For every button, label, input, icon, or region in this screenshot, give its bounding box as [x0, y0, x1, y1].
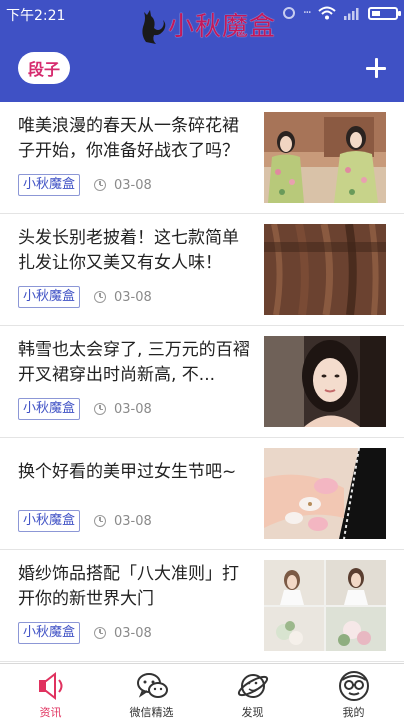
source-tag: 小秋魔盒 [18, 510, 81, 532]
source-tag: 小秋魔盒 [18, 286, 81, 308]
article-item[interactable]: 头发长别老披着！这七款简单扎发让你又美又有女人味！ 小秋魔盒 03-08 [0, 214, 404, 326]
article-item[interactable]: 唯美浪漫的春天从一条碎花裙子开始，你准备好战衣了吗？ 小秋魔盒 03-08 [0, 102, 404, 214]
nav-item-profile[interactable]: 我的 [303, 664, 404, 720]
article-title: 换个好看的美甲过女生节吧~ [18, 462, 237, 482]
article-title: 婚纱饰品搭配「八大准则」打开你的新世界大门 [18, 564, 239, 609]
article-date: 03-08 [114, 289, 152, 305]
article-thumbnail [264, 112, 386, 203]
bottom-nav: 资讯 微信精选 发现 我的 [0, 663, 404, 720]
nav-label: 资讯 [39, 706, 62, 719]
alarm-icon [282, 7, 295, 19]
status-icons: ··· [282, 5, 401, 21]
article-thumbnail [264, 336, 386, 427]
source-tag: 小秋魔盒 [18, 622, 81, 644]
clock-icon [94, 403, 107, 415]
nav-label: 发现 [241, 706, 264, 719]
signal-icon [344, 7, 360, 20]
article-thumbnail [264, 224, 386, 315]
cat-icon [142, 10, 166, 44]
glasses-face-icon [338, 671, 369, 701]
speaker-icon [38, 671, 62, 701]
article-thumbnail [264, 560, 386, 651]
article-meta: 小秋魔盒 03-08 [18, 398, 152, 420]
nav-item-news[interactable]: 资讯 [0, 664, 101, 720]
article-item[interactable]: 韩雪也太会穿了, 三万元的百褶开叉裙穿出时尚新高, 不... 小秋魔盒 03-0… [0, 326, 404, 438]
wifi-icon [318, 6, 336, 20]
article-date: 03-08 [114, 513, 152, 529]
article-date: 03-08 [114, 177, 152, 193]
wechat-icon [136, 673, 168, 698]
clock-icon [94, 515, 107, 527]
brand-logo: 小秋魔盒 [132, 2, 276, 46]
article-meta: 小秋魔盒 03-08 [18, 286, 152, 308]
clock-icon [94, 179, 107, 191]
article-item[interactable]: 婚纱饰品搭配「八大准则」打开你的新世界大门 小秋魔盒 03-08 [0, 550, 404, 662]
status-time: 下午2:21 [6, 8, 66, 24]
article-feed: 唯美浪漫的春天从一条碎花裙子开始，你准备好战衣了吗？ 小秋魔盒 03-08 头发… [0, 102, 404, 662]
more-dots-icon: ··· [302, 5, 312, 21]
nav-item-wechat[interactable]: 微信精选 [101, 664, 202, 720]
article-date: 03-08 [114, 401, 152, 417]
nav-label: 微信精选 [129, 706, 174, 719]
nav-label: 我的 [342, 706, 365, 719]
nav-item-discover[interactable]: 发现 [202, 664, 303, 720]
article-meta: 小秋魔盒 03-08 [18, 510, 152, 532]
clock-icon [94, 627, 107, 639]
brand-title: 小秋魔盒 [168, 11, 277, 42]
source-tag: 小秋魔盒 [18, 174, 81, 196]
article-item[interactable]: 换个好看的美甲过女生节吧~ 小秋魔盒 03-08 [0, 438, 404, 550]
battery-icon [368, 6, 401, 20]
article-meta: 小秋魔盒 03-08 [18, 622, 152, 644]
article-thumbnail [264, 448, 386, 539]
tab-jokes[interactable]: 段子 [18, 52, 70, 84]
article-meta: 小秋魔盒 03-08 [18, 174, 152, 196]
source-tag: 小秋魔盒 [18, 398, 81, 420]
article-date: 03-08 [114, 625, 152, 641]
article-title: 韩雪也太会穿了, 三万元的百褶开叉裙穿出时尚新高, 不... [18, 340, 250, 385]
clock-icon [94, 291, 107, 303]
article-title: 头发长别老披着！这七款简单扎发让你又美又有女人味！ [18, 228, 239, 273]
article-title: 唯美浪漫的春天从一条碎花裙子开始，你准备好战衣了吗？ [18, 116, 239, 161]
planet-icon [237, 674, 268, 698]
add-button[interactable] [366, 58, 386, 78]
